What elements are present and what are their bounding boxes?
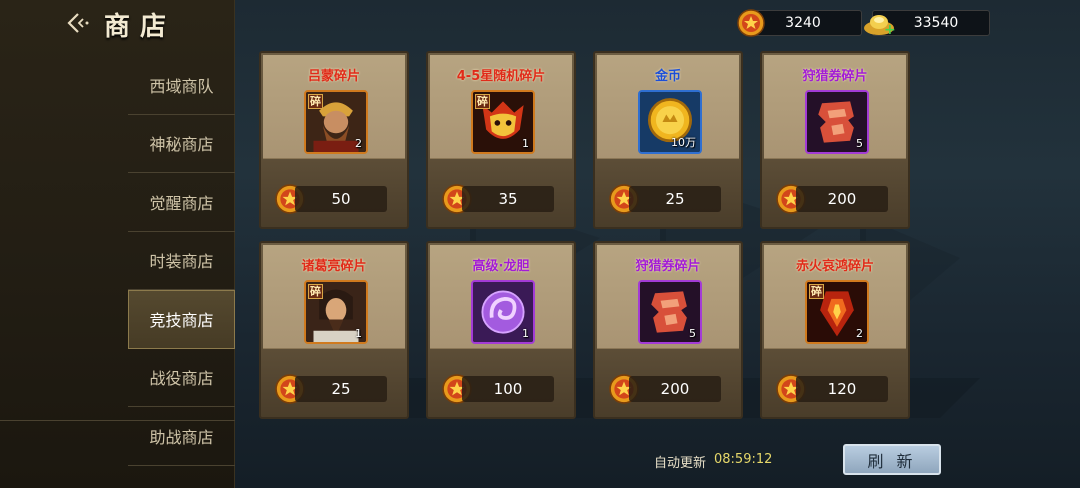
card-header: 诸葛亮碎片 碎 1 bbox=[263, 245, 405, 349]
price-value: 50 bbox=[331, 190, 351, 208]
price-value: 100 bbox=[493, 380, 523, 398]
item-name: 金币 bbox=[654, 69, 681, 84]
shop-item-card[interactable]: 赤火哀鸿碎片 碎 2 120 bbox=[760, 241, 910, 419]
arena-medal-icon bbox=[737, 9, 765, 37]
title-bar: 商店 bbox=[0, 0, 235, 46]
item-frame: 1 bbox=[471, 280, 535, 344]
item-quantity: 2 bbox=[355, 137, 362, 150]
shop-item-card[interactable]: 吕蒙碎片 碎 2 50 bbox=[259, 51, 409, 229]
item-frame: 5 bbox=[805, 90, 869, 154]
item-frame: 碎 2 bbox=[304, 90, 368, 154]
auto-refresh-label: 自动更新 bbox=[654, 456, 707, 471]
sidebar: 商店 西域商队 神秘商店 觉醒商店 时装商店 竞技商店 战役商店 助战商店 bbox=[0, 0, 235, 488]
divider bbox=[0, 420, 235, 421]
shop-item-card[interactable]: 狩猎券碎片 5 200 bbox=[760, 51, 910, 229]
price-value: 200 bbox=[660, 380, 690, 398]
item-price: 25 bbox=[295, 376, 387, 402]
price-value: 25 bbox=[665, 190, 685, 208]
card-header: 4-5星随机碎片 碎 1 bbox=[430, 55, 572, 159]
card-header: 赤火哀鸿碎片 碎 2 bbox=[764, 245, 906, 349]
item-quantity: 10万 bbox=[671, 136, 696, 149]
item-price: 100 bbox=[462, 376, 554, 402]
item-quantity: 5 bbox=[856, 137, 863, 150]
item-price: 35 bbox=[462, 186, 554, 212]
page-title: 商店 bbox=[104, 12, 177, 42]
back-chevron-icon[interactable] bbox=[64, 10, 90, 36]
nav-item-fashion-shop[interactable]: 时装商店 bbox=[128, 232, 235, 290]
shop-item-card[interactable]: 狩猎券碎片 5 200 bbox=[593, 241, 743, 419]
card-header: 金币 10万 bbox=[597, 55, 739, 159]
medal-amount: 3240 bbox=[785, 15, 821, 31]
shop-nav: 西域商队 神秘商店 觉醒商店 时装商店 竞技商店 战役商店 助战商店 bbox=[128, 56, 235, 466]
item-name: 狩猎券碎片 bbox=[635, 259, 701, 274]
item-name: 狩猎券碎片 bbox=[802, 69, 868, 84]
nav-item-support-shop[interactable]: 助战商店 bbox=[128, 407, 235, 466]
price-value: 35 bbox=[498, 190, 518, 208]
item-name: 4-5星随机碎片 bbox=[456, 69, 546, 84]
price-value: 120 bbox=[827, 380, 857, 398]
item-name: 高级·龙胆 bbox=[472, 259, 530, 274]
item-quantity: 1 bbox=[355, 327, 362, 340]
fragment-badge: 碎 bbox=[308, 94, 323, 109]
item-frame: 碎 1 bbox=[304, 280, 368, 344]
price-value: 25 bbox=[331, 380, 351, 398]
fragment-badge: 碎 bbox=[475, 94, 490, 109]
shop-item-card[interactable]: 高级·龙胆 1 100 bbox=[426, 241, 576, 419]
shop-item-card[interactable]: 金币 10万 25 bbox=[593, 51, 743, 229]
nav-item-arena-shop[interactable]: 竞技商店 bbox=[128, 290, 235, 349]
card-header: 狩猎券碎片 5 bbox=[764, 55, 906, 159]
auto-refresh-countdown: 08:59:12 bbox=[714, 452, 773, 467]
item-name: 赤火哀鸿碎片 bbox=[795, 259, 874, 274]
item-quantity: 1 bbox=[522, 327, 529, 340]
nav-item-campaign-shop[interactable]: 战役商店 bbox=[128, 349, 235, 407]
gold-amount: 33540 bbox=[913, 15, 959, 31]
item-price: 200 bbox=[796, 186, 888, 212]
item-quantity: 1 bbox=[522, 137, 529, 150]
item-price: 50 bbox=[295, 186, 387, 212]
fragment-badge: 碎 bbox=[809, 284, 824, 299]
item-price: 120 bbox=[796, 376, 888, 402]
price-value: 200 bbox=[827, 190, 857, 208]
nav-item-awakening-shop[interactable]: 觉醒商店 bbox=[128, 173, 235, 232]
item-frame: 5 bbox=[638, 280, 702, 344]
item-name: 诸葛亮碎片 bbox=[301, 259, 367, 274]
fragment-badge: 碎 bbox=[308, 284, 323, 299]
refresh-button[interactable]: 刷 新 bbox=[843, 444, 941, 475]
item-frame: 10万 bbox=[638, 90, 702, 154]
item-frame: 碎 2 bbox=[805, 280, 869, 344]
nav-item-mystery-shop[interactable]: 神秘商店 bbox=[128, 115, 235, 173]
nav-item-western-caravan[interactable]: 西域商队 bbox=[128, 56, 235, 115]
item-quantity: 2 bbox=[856, 327, 863, 340]
item-price: 25 bbox=[629, 186, 721, 212]
item-price: 200 bbox=[629, 376, 721, 402]
shop-item-card[interactable]: 4-5星随机碎片 碎 1 35 bbox=[426, 51, 576, 229]
plus-icon[interactable]: + bbox=[884, 22, 896, 38]
shop-item-card[interactable]: 诸葛亮碎片 碎 1 25 bbox=[259, 241, 409, 419]
item-name: 吕蒙碎片 bbox=[307, 69, 360, 84]
card-header: 高级·龙胆 1 bbox=[430, 245, 572, 349]
item-quantity: 5 bbox=[689, 327, 696, 340]
card-header: 狩猎券碎片 5 bbox=[597, 245, 739, 349]
card-header: 吕蒙碎片 碎 2 bbox=[263, 55, 405, 159]
item-frame: 碎 1 bbox=[471, 90, 535, 154]
